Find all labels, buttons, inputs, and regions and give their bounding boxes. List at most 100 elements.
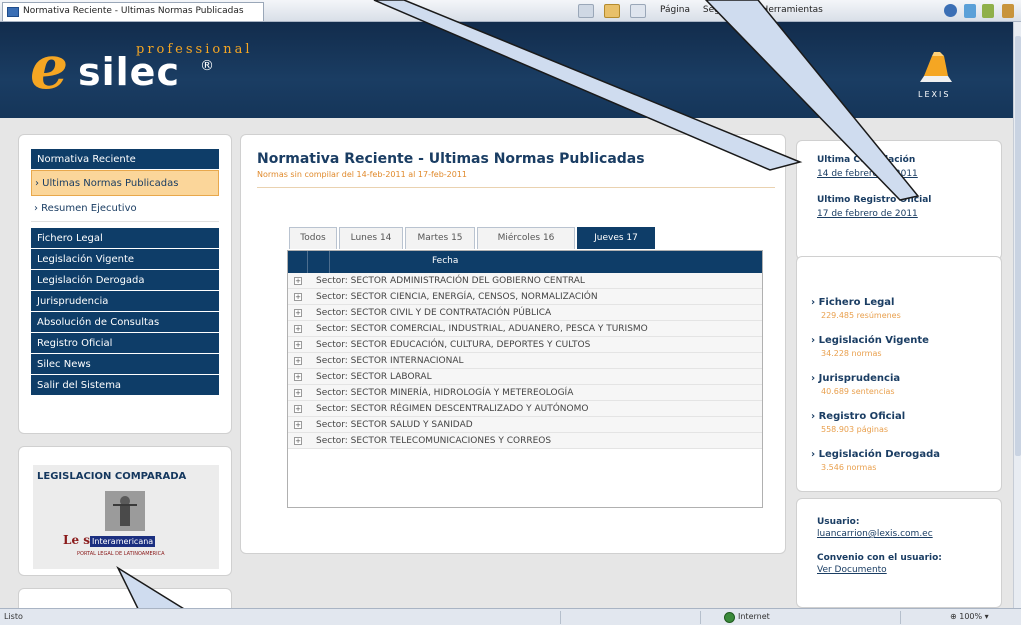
updates-box: Ultima Compilación 14 de febrero de 2011… bbox=[796, 140, 1002, 260]
browser-tab[interactable]: Normativa Reciente - Ultimas Normas Publ… bbox=[2, 2, 264, 21]
nav-resumen-ejecutivo[interactable]: › Resumen Ejecutivo bbox=[31, 196, 219, 222]
justice-statue-icon bbox=[105, 491, 145, 531]
sector-label: Sector: SECTOR EDUCACIÓN, CULTURA, DEPOR… bbox=[316, 340, 591, 350]
grid-header: Fecha bbox=[288, 251, 762, 273]
sector-label: Sector: SECTOR SALUD Y SANIDAD bbox=[316, 420, 473, 430]
zone-label: Internet bbox=[738, 612, 770, 621]
vertical-scrollbar[interactable] bbox=[1013, 22, 1021, 608]
table-row[interactable]: + Sector: SECTOR COMERCIAL, INDUSTRIAL, A… bbox=[288, 321, 762, 337]
ultima-compilacion-link[interactable]: 14 de febrero de 2011 bbox=[817, 169, 918, 179]
stat-fichero-legal[interactable]: › Fichero Legal bbox=[811, 297, 894, 308]
home-icon[interactable] bbox=[578, 4, 594, 18]
stat-legislacion-vigente[interactable]: › Legislación Vigente bbox=[811, 335, 929, 346]
table-row[interactable]: + Sector: SECTOR LABORAL bbox=[288, 369, 762, 385]
tab-lunes[interactable]: Lunes 14 bbox=[339, 227, 403, 249]
grid-body: + Sector: SECTOR ADMINISTRACIÓN DEL GOBIE… bbox=[288, 273, 762, 449]
site-header: e silec professional ® LEXIS bbox=[0, 22, 1013, 118]
nav-legislacion-vigente[interactable]: Legislación Vigente bbox=[31, 249, 219, 270]
command-bar: Página Seguridad Herramientas bbox=[660, 5, 833, 15]
expand-icon[interactable]: + bbox=[294, 277, 302, 285]
expand-icon[interactable]: + bbox=[294, 389, 302, 397]
nav-fichero-legal[interactable]: Fichero Legal bbox=[31, 228, 219, 249]
convenio-link[interactable]: Ver Documento bbox=[817, 565, 887, 575]
stat-legislacion-vigente-count: 34.228 normas bbox=[821, 349, 882, 358]
expand-icon[interactable]: + bbox=[294, 309, 302, 317]
nav-normativa-reciente[interactable]: Normativa Reciente bbox=[31, 149, 219, 170]
logo-letter: e bbox=[30, 33, 69, 103]
nav-jurisprudencia[interactable]: Jurisprudencia bbox=[31, 291, 219, 312]
table-row[interactable]: + Sector: SECTOR INTERNACIONAL bbox=[288, 353, 762, 369]
lexis-logo-icon bbox=[920, 52, 952, 82]
grid-header-fecha[interactable]: Fecha bbox=[432, 256, 458, 266]
expand-icon[interactable]: + bbox=[294, 293, 302, 301]
security-menu[interactable]: Seguridad bbox=[703, 5, 749, 15]
status-text: Listo bbox=[4, 612, 23, 621]
convenio-label: Convenio con el usuario: bbox=[817, 553, 942, 563]
zoom-control[interactable]: ⊕ 100% ▾ bbox=[950, 612, 989, 621]
expand-icon[interactable]: + bbox=[294, 373, 302, 381]
table-row[interactable]: + Sector: SECTOR RÉGIMEN DESCENTRALIZADO … bbox=[288, 401, 762, 417]
messenger-icon[interactable] bbox=[982, 4, 994, 18]
sector-label: Sector: SECTOR ADMINISTRACIÓN DEL GOBIER… bbox=[316, 276, 585, 286]
nav-legislacion-derogada[interactable]: Legislación Derogada bbox=[31, 270, 219, 291]
usuario-label: Usuario: bbox=[817, 517, 860, 527]
stat-registro-oficial[interactable]: › Registro Oficial bbox=[811, 411, 905, 422]
stat-legislacion-derogada[interactable]: › Legislación Derogada bbox=[811, 449, 940, 460]
sector-label: Sector: SECTOR LABORAL bbox=[316, 372, 432, 382]
ultimo-registro-link[interactable]: 17 de febrero de 2011 bbox=[817, 209, 918, 219]
tab-jueves[interactable]: Jueves 17 bbox=[577, 227, 655, 249]
grid-header-col bbox=[308, 251, 330, 273]
stat-jurisprudencia[interactable]: › Jurisprudencia bbox=[811, 373, 900, 384]
table-row[interactable]: + Sector: SECTOR ADMINISTRACIÓN DEL GOBIE… bbox=[288, 273, 762, 289]
table-row[interactable]: + Sector: SECTOR MINERÍA, HIDROLOGÍA Y ME… bbox=[288, 385, 762, 401]
table-row[interactable]: + Sector: SECTOR TELECOMUNICACIONES Y COR… bbox=[288, 433, 762, 449]
sector-label: Sector: SECTOR RÉGIMEN DESCENTRALIZADO Y… bbox=[316, 404, 589, 414]
security-zone[interactable]: Internet bbox=[724, 612, 770, 623]
user-box: Usuario: luancarrion@lexis.com.ec Conven… bbox=[796, 498, 1002, 608]
page-title: Normativa Reciente - Ultimas Normas Publ… bbox=[257, 151, 645, 167]
stats-box: › Fichero Legal 229.485 resúmenes › Legi… bbox=[796, 256, 1002, 492]
sector-label: Sector: SECTOR INTERNACIONAL bbox=[316, 356, 464, 366]
tab-miercoles[interactable]: Miércoles 16 bbox=[477, 227, 575, 249]
title-divider bbox=[257, 187, 775, 188]
logo-tagline: professional bbox=[136, 42, 253, 57]
expand-icon[interactable]: + bbox=[294, 357, 302, 365]
tab-todos[interactable]: Todos bbox=[289, 227, 337, 249]
status-separator bbox=[900, 611, 901, 624]
extension-icon[interactable] bbox=[1002, 4, 1014, 18]
sector-label: Sector: SECTOR MINERÍA, HIDROLOGÍA Y MET… bbox=[316, 388, 574, 398]
logo-name: silec bbox=[78, 50, 180, 94]
feeds-icon[interactable] bbox=[604, 4, 620, 18]
nav-salir[interactable]: Salir del Sistema bbox=[31, 375, 219, 396]
status-bar: Listo Internet ⊕ 100% ▾ bbox=[0, 608, 1021, 625]
sector-label: Sector: SECTOR TELECOMUNICACIONES Y CORR… bbox=[316, 436, 552, 446]
tab-martes[interactable]: Martes 15 bbox=[405, 227, 475, 249]
page-subtitle: Normas sin compilar del 14-feb-2011 al 1… bbox=[257, 170, 468, 179]
help-icon[interactable] bbox=[944, 4, 957, 17]
lexis-brand-a: Le s bbox=[63, 533, 91, 547]
expand-icon[interactable]: + bbox=[294, 437, 302, 445]
expand-icon[interactable]: + bbox=[294, 325, 302, 333]
legislacion-comparada-banner[interactable]: LEGISLACION COMPARADA Le s Interamericana… bbox=[33, 465, 219, 569]
nav-registro-oficial[interactable]: Registro Oficial bbox=[31, 333, 219, 354]
expand-icon[interactable]: + bbox=[294, 421, 302, 429]
research-icon[interactable] bbox=[964, 4, 976, 18]
stat-fichero-legal-count: 229.485 resúmenes bbox=[821, 311, 901, 320]
print-icon[interactable] bbox=[630, 4, 646, 18]
logo-registered-mark: ® bbox=[200, 58, 214, 74]
nav-absolucion-consultas[interactable]: Absolución de Consultas bbox=[31, 312, 219, 333]
table-row[interactable]: + Sector: SECTOR CIENCIA, ENERGÍA, CENSOS… bbox=[288, 289, 762, 305]
grid-header-expand-col bbox=[288, 251, 308, 273]
nav-ultimas-normas[interactable]: › Ultimas Normas Publicadas bbox=[31, 170, 219, 196]
nav-silec-news[interactable]: Silec News bbox=[31, 354, 219, 375]
page-menu[interactable]: Página bbox=[660, 5, 690, 15]
table-row[interactable]: + Sector: SECTOR EDUCACIÓN, CULTURA, DEPO… bbox=[288, 337, 762, 353]
ultima-compilacion-label: Ultima Compilación bbox=[817, 155, 916, 165]
scrollbar-thumb[interactable] bbox=[1015, 36, 1021, 456]
expand-icon[interactable]: + bbox=[294, 405, 302, 413]
expand-icon[interactable]: + bbox=[294, 341, 302, 349]
table-row[interactable]: + Sector: SECTOR CIVIL Y DE CONTRATACIÓN … bbox=[288, 305, 762, 321]
table-row[interactable]: + Sector: SECTOR SALUD Y SANIDAD bbox=[288, 417, 762, 433]
tools-menu[interactable]: Herramientas bbox=[762, 5, 823, 15]
usuario-email[interactable]: luancarrion@lexis.com.ec bbox=[817, 529, 933, 539]
